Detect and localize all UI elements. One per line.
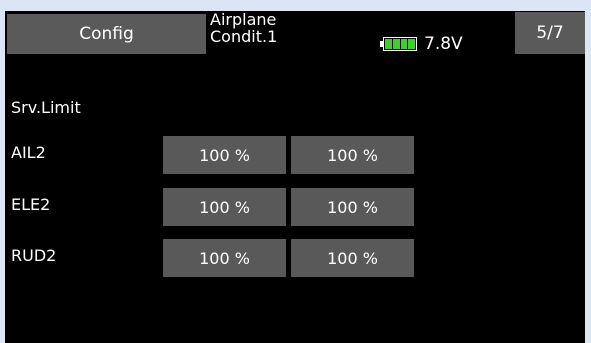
servo-limit-screen: Config Airplane Condit.1 7.8V 5/7 Srv.Li… bbox=[5, 11, 585, 343]
ail2-limit-right-button[interactable]: 100 % bbox=[291, 136, 414, 174]
ail2-limit-right-value: 100 % bbox=[327, 145, 378, 165]
row-label-ele2: ELE2 bbox=[11, 195, 51, 214]
section-title: Srv.Limit bbox=[11, 98, 81, 117]
page-indicator-label: 5/7 bbox=[536, 23, 564, 43]
battery-voltage: 7.8V bbox=[424, 34, 463, 54]
model-info: Airplane Condit.1 bbox=[210, 11, 277, 45]
condition-label: Condit.1 bbox=[210, 27, 278, 46]
rud2-limit-left-button[interactable]: 100 % bbox=[163, 239, 286, 277]
ele2-limit-right-value: 100 % bbox=[327, 197, 378, 217]
ele2-limit-left-value: 100 % bbox=[199, 197, 250, 217]
rud2-limit-right-button[interactable]: 100 % bbox=[291, 239, 414, 277]
row-label-ail2: AIL2 bbox=[11, 143, 46, 162]
battery-icon bbox=[380, 37, 420, 51]
battery-status: 7.8V bbox=[380, 34, 463, 54]
rud2-limit-right-value: 100 % bbox=[327, 248, 378, 268]
rud2-limit-left-value: 100 % bbox=[199, 248, 250, 268]
config-button[interactable]: Config bbox=[7, 14, 206, 54]
ail2-limit-left-value: 100 % bbox=[199, 145, 250, 165]
ail2-limit-left-button[interactable]: 100 % bbox=[163, 136, 286, 174]
model-type: Airplane bbox=[210, 10, 277, 29]
ele2-limit-left-button[interactable]: 100 % bbox=[163, 188, 286, 226]
row-label-rud2: RUD2 bbox=[11, 246, 57, 265]
ele2-limit-right-button[interactable]: 100 % bbox=[291, 188, 414, 226]
page-indicator-button[interactable]: 5/7 bbox=[515, 12, 585, 54]
config-button-label: Config bbox=[79, 24, 134, 44]
